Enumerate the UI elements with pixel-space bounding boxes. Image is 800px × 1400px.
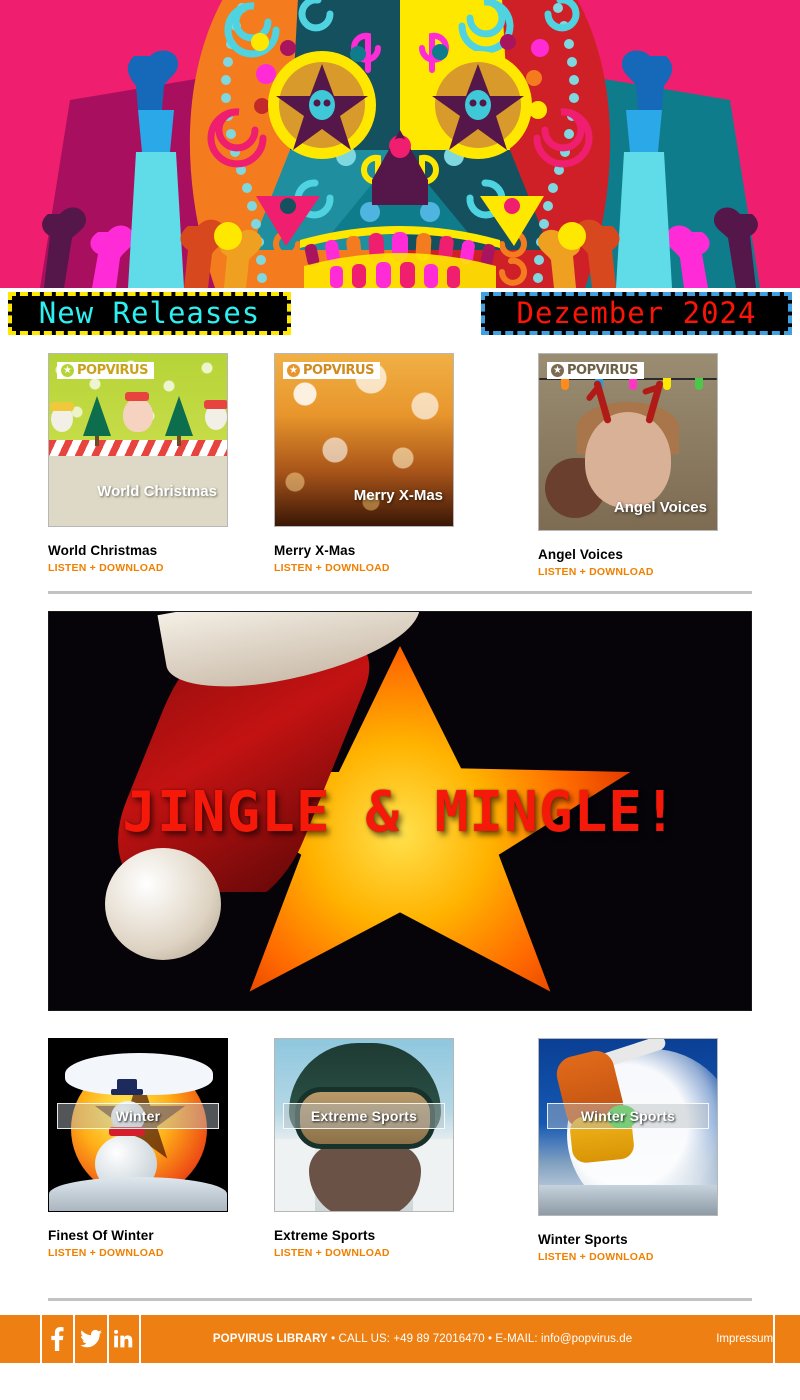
cover-label-bar: Winter: [57, 1103, 219, 1129]
facebook-icon[interactable]: [39, 1315, 74, 1363]
feature-banner-text: JINGLE & MINGLE!: [122, 780, 678, 845]
album-cover-angel-voices[interactable]: ★ POPVIRUS Angel Voices: [538, 353, 718, 531]
listen-download-link[interactable]: LISTEN + DOWNLOAD: [48, 562, 164, 574]
new-releases-label: New Releases: [38, 296, 261, 330]
release-card-world-christmas[interactable]: ★ POPVIRUS World Christmas World Christm…: [0, 353, 262, 580]
release-title: Finest Of Winter: [48, 1228, 154, 1243]
footer-right-pad: [773, 1315, 800, 1363]
album-cover-winter-sports[interactable]: Winter Sports: [538, 1038, 718, 1216]
cover-label: Merry X-Mas: [353, 487, 443, 504]
footer-contact-info: POPVIRUS LIBRARY • CALL US: +49 89 72016…: [213, 1333, 632, 1345]
footer-contact: • CALL US: +49 89 72016470 • E-MAIL: inf…: [327, 1333, 633, 1345]
cover-label-bar: Winter Sports: [547, 1103, 709, 1129]
issue-date-banner: Dezember 2024: [481, 292, 792, 335]
album-cover-finest-of-winter[interactable]: Winter: [48, 1038, 228, 1212]
album-cover-world-christmas[interactable]: ★ POPVIRUS World Christmas: [48, 353, 228, 527]
footer-brand: POPVIRUS LIBRARY: [212, 1333, 328, 1345]
album-cover-merry-x-mas[interactable]: ★ POPVIRUS Merry X-Mas: [274, 353, 454, 527]
popvirus-logo-text: POPVIRUS: [77, 363, 148, 378]
hat-pompom: [105, 848, 221, 960]
feature-banner-jingle-mingle[interactable]: JINGLE & MINGLE!: [48, 611, 752, 1011]
cover-label: World Christmas: [97, 483, 217, 500]
release-title: Merry X-Mas: [274, 543, 356, 558]
linkedin-icon[interactable]: [107, 1315, 141, 1363]
cover-label: Extreme Sports: [310, 1108, 418, 1124]
release-title: World Christmas: [48, 543, 158, 558]
cover-label: Angel Voices: [613, 499, 707, 516]
hero-artwork: [0, 0, 800, 288]
release-grid-top: ★ POPVIRUS World Christmas World Christm…: [0, 353, 800, 580]
listen-download-link[interactable]: LISTEN + DOWNLOAD: [274, 1247, 390, 1259]
footer-content: POPVIRUS LIBRARY • CALL US: +49 89 72016…: [141, 1315, 773, 1363]
sugar-skull-illustration: [0, 0, 800, 288]
release-card-merry-x-mas[interactable]: ★ POPVIRUS Merry X-Mas Merry X-Mas LISTE…: [262, 353, 524, 580]
star-icon: ★: [551, 364, 564, 377]
footer-left-pad: [0, 1315, 40, 1363]
release-card-angel-voices[interactable]: ★ POPVIRUS Angel Voices Angel Voices LIS…: [524, 353, 786, 580]
album-cover-extreme-sports[interactable]: Extreme Sports: [274, 1038, 454, 1212]
cover-label: Winter: [115, 1108, 161, 1124]
listen-download-link[interactable]: LISTEN + DOWNLOAD: [274, 562, 390, 574]
release-card-extreme-sports[interactable]: Extreme Sports Extreme Sports LISTEN + D…: [262, 1038, 524, 1265]
release-title: Extreme Sports: [274, 1228, 376, 1243]
listen-download-link[interactable]: LISTEN + DOWNLOAD: [538, 1251, 654, 1263]
release-grid-bottom: Winter Finest Of Winter LISTEN + DOWNLOA…: [0, 1038, 800, 1265]
star-icon: ★: [287, 364, 300, 377]
twitter-icon[interactable]: [73, 1315, 107, 1363]
newsletter-page: New Releases Dezember 2024 ★ POPVIRUS Wo…: [0, 0, 800, 1400]
footer: POPVIRUS LIBRARY • CALL US: +49 89 72016…: [0, 1315, 800, 1363]
release-card-winter-sports[interactable]: Winter Sports Winter Sports LISTEN + DOW…: [524, 1038, 786, 1265]
section-divider-bottom: [48, 1298, 752, 1301]
popvirus-logo: ★ POPVIRUS: [283, 362, 380, 379]
cover-label: Winter Sports: [580, 1108, 676, 1124]
release-title: Angel Voices: [538, 547, 623, 562]
popvirus-logo-text: POPVIRUS: [303, 363, 374, 378]
star-icon: ★: [61, 364, 74, 377]
popvirus-logo-text: POPVIRUS: [567, 363, 638, 378]
imprint-link[interactable]: Impressum: [716, 1333, 773, 1345]
listen-download-link[interactable]: LISTEN + DOWNLOAD: [48, 1247, 164, 1259]
popvirus-logo: ★ POPVIRUS: [547, 362, 644, 379]
issue-date-label: Dezember 2024: [516, 296, 757, 330]
release-card-finest-of-winter[interactable]: Winter Finest Of Winter LISTEN + DOWNLOA…: [0, 1038, 262, 1265]
listen-download-link[interactable]: LISTEN + DOWNLOAD: [538, 566, 654, 578]
release-title: Winter Sports: [538, 1232, 628, 1247]
new-releases-banner: New Releases: [8, 292, 291, 335]
section-divider-top: [48, 591, 752, 594]
cover-label-bar: Extreme Sports: [283, 1103, 445, 1129]
popvirus-logo: ★ POPVIRUS: [57, 362, 154, 379]
